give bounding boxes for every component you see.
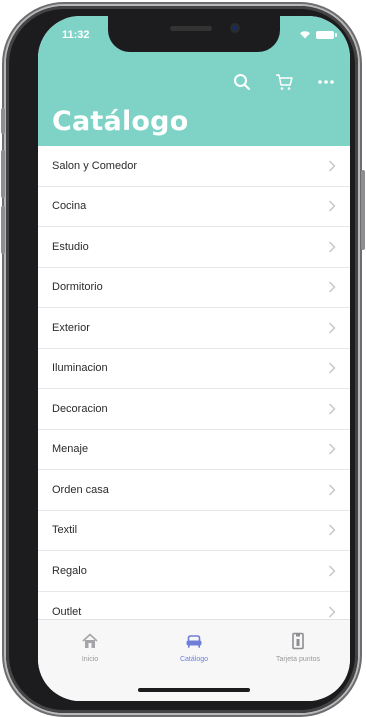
list-item-label: Orden casa (52, 483, 109, 496)
list-item[interactable]: Menaje (38, 430, 350, 470)
status-time: 11:32 (62, 29, 90, 41)
list-item-label: Estudio (52, 240, 89, 253)
status-icons (299, 30, 337, 39)
list-item[interactable]: Decoracion (38, 389, 350, 430)
tab-inicio[interactable]: Inicio (38, 630, 142, 663)
chevron-right-icon (329, 281, 336, 293)
list-item[interactable]: Dormitorio (38, 268, 350, 308)
notch (108, 16, 280, 52)
tab-catalogo[interactable]: Catálogo (142, 630, 246, 663)
header-actions (232, 72, 336, 92)
list-item[interactable]: Cocina (38, 187, 350, 227)
chevron-right-icon (329, 484, 336, 496)
power-button (361, 170, 365, 250)
list-item[interactable]: Estudio (38, 227, 350, 268)
chevron-right-icon (329, 403, 336, 415)
chevron-right-icon (329, 200, 336, 212)
list-item-label: Cocina (52, 200, 87, 213)
catalog-list: Salon y Comedor Cocina Estudio Dormitori… (38, 146, 350, 632)
list-item-label: Menaje (52, 443, 89, 456)
search-icon[interactable] (232, 72, 252, 92)
card-icon (246, 630, 350, 652)
chevron-right-icon (329, 443, 336, 455)
tab-bar: Inicio Catálogo Tarjeta puntos (38, 619, 350, 701)
chevron-right-icon (329, 606, 336, 618)
chevron-right-icon (329, 565, 336, 577)
list-item-label: Decoracion (52, 402, 108, 415)
page-title: Catálogo (52, 106, 189, 137)
list-item-label: Textil (52, 524, 78, 537)
chevron-right-icon (329, 241, 336, 253)
volume-down-button (1, 206, 5, 254)
wifi-icon (300, 31, 310, 39)
tab-label: Inicio (81, 656, 99, 663)
list-item[interactable]: Iluminacion (38, 349, 350, 389)
tab-label: Catálogo (179, 656, 209, 663)
cart-icon[interactable] (274, 72, 294, 92)
more-icon[interactable] (316, 72, 336, 92)
battery-icon (316, 30, 337, 39)
chevron-right-icon (329, 322, 336, 334)
list-item[interactable]: Textil (38, 511, 350, 551)
chevron-right-icon (329, 362, 336, 374)
list-item-label: Outlet (52, 605, 82, 618)
app-screen: 11:32 Catálogo Salon y Comedor Cocina Es… (38, 16, 350, 701)
tab-tarjeta-puntos[interactable]: Tarjeta puntos (246, 630, 350, 663)
mute-switch (1, 108, 5, 134)
home-icon (38, 630, 142, 652)
chevron-right-icon (329, 160, 336, 172)
list-item-label: Salon y Comedor (52, 159, 137, 172)
list-item-label: Exterior (52, 321, 90, 334)
chevron-right-icon (329, 524, 336, 536)
home-indicator (138, 688, 250, 692)
list-item[interactable]: Orden casa (38, 470, 350, 511)
header: 11:32 Catálogo (38, 16, 350, 146)
volume-up-button (1, 150, 5, 198)
list-item[interactable]: Regalo (38, 551, 350, 592)
list-item-label: Dormitorio (52, 281, 103, 294)
list-item[interactable]: Exterior (38, 308, 350, 349)
list-item-label: Iluminacion (52, 362, 108, 375)
list-item[interactable]: Salon y Comedor (38, 146, 350, 187)
list-item-label: Regalo (52, 564, 87, 577)
tab-label: Tarjeta puntos (276, 656, 320, 663)
sofa-icon (142, 630, 246, 652)
